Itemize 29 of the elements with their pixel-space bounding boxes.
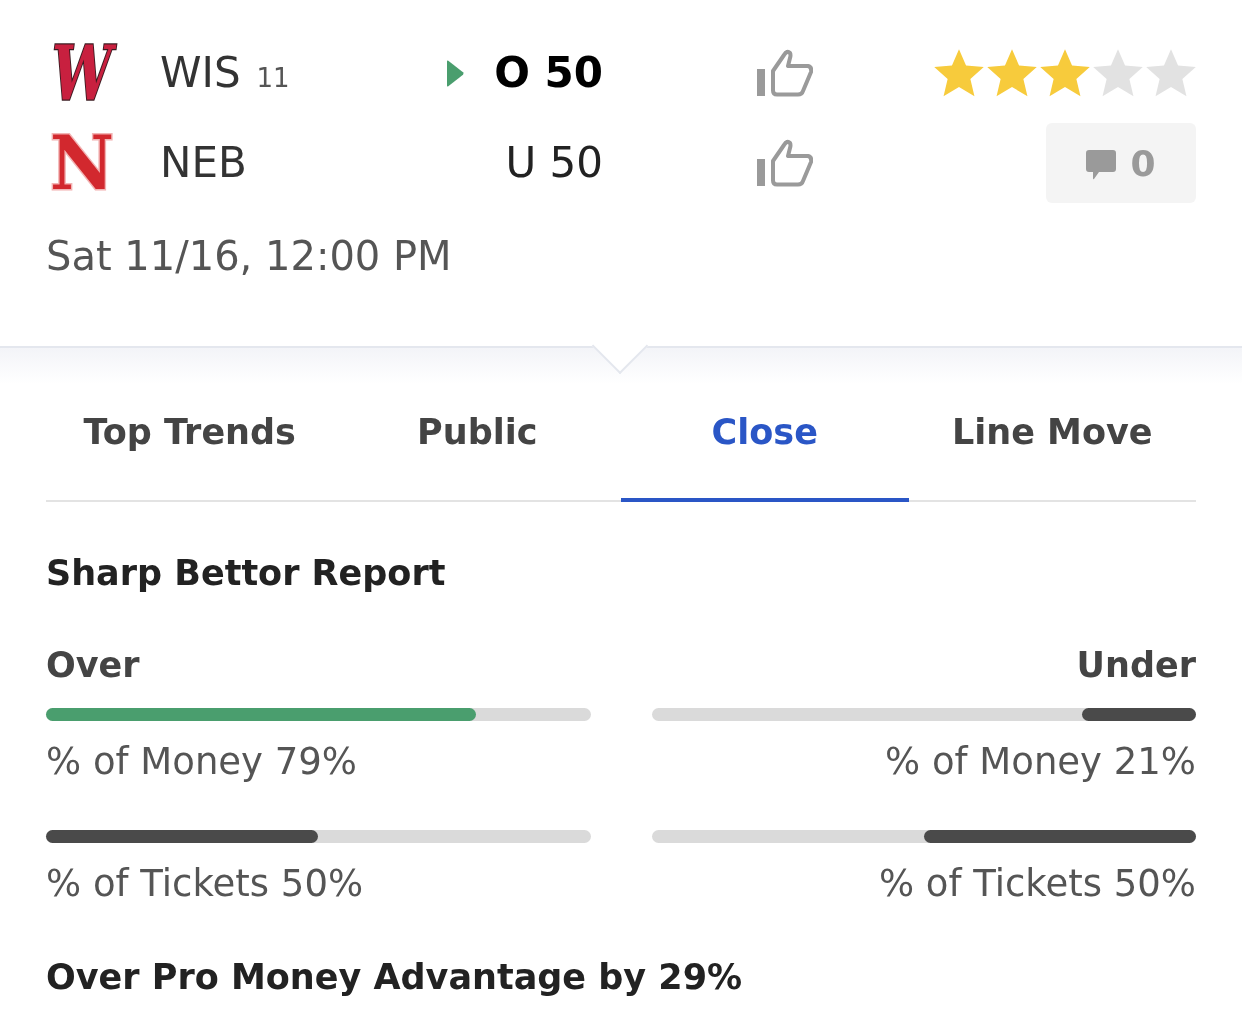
game-time: Sat 11/16, 12:00 PM xyxy=(46,232,452,280)
team-rank: 11 xyxy=(256,63,290,93)
team-logo: W xyxy=(47,28,117,118)
metric-label: % of Tickets 50% xyxy=(878,862,1196,906)
metric-label: % of Money 79% xyxy=(46,740,357,784)
tab[interactable]: Public xyxy=(333,370,621,502)
team-name: NEB xyxy=(160,138,247,188)
section-title: Sharp Bettor Report xyxy=(46,552,446,595)
side-label: Under xyxy=(1076,644,1196,687)
tab[interactable]: Top Trends xyxy=(46,370,334,502)
thumbs-up-icon[interactable] xyxy=(757,49,813,97)
star-icon xyxy=(987,49,1037,97)
tab[interactable]: Line Move xyxy=(908,370,1196,502)
star-icon xyxy=(1040,49,1090,97)
star-icon xyxy=(934,49,984,97)
metric-label: % of Tickets 50% xyxy=(46,862,364,906)
metric-label: % of Money 21% xyxy=(885,740,1196,784)
side-label: Over xyxy=(46,644,140,687)
team-logo: N xyxy=(47,118,117,208)
thumbs-up-icon[interactable] xyxy=(757,139,813,187)
team-name: WIS xyxy=(160,48,241,98)
betting-line: U 50 xyxy=(505,138,603,188)
speech-bubble-icon xyxy=(1086,150,1117,180)
star-icon xyxy=(1093,49,1143,97)
star-icon xyxy=(1146,49,1196,97)
summary-text: Over Pro Money Advantage by 29% xyxy=(46,956,743,999)
tab[interactable]: Close xyxy=(621,370,909,502)
triangle-icon xyxy=(446,59,465,87)
betting-line: O 50 xyxy=(494,48,603,98)
